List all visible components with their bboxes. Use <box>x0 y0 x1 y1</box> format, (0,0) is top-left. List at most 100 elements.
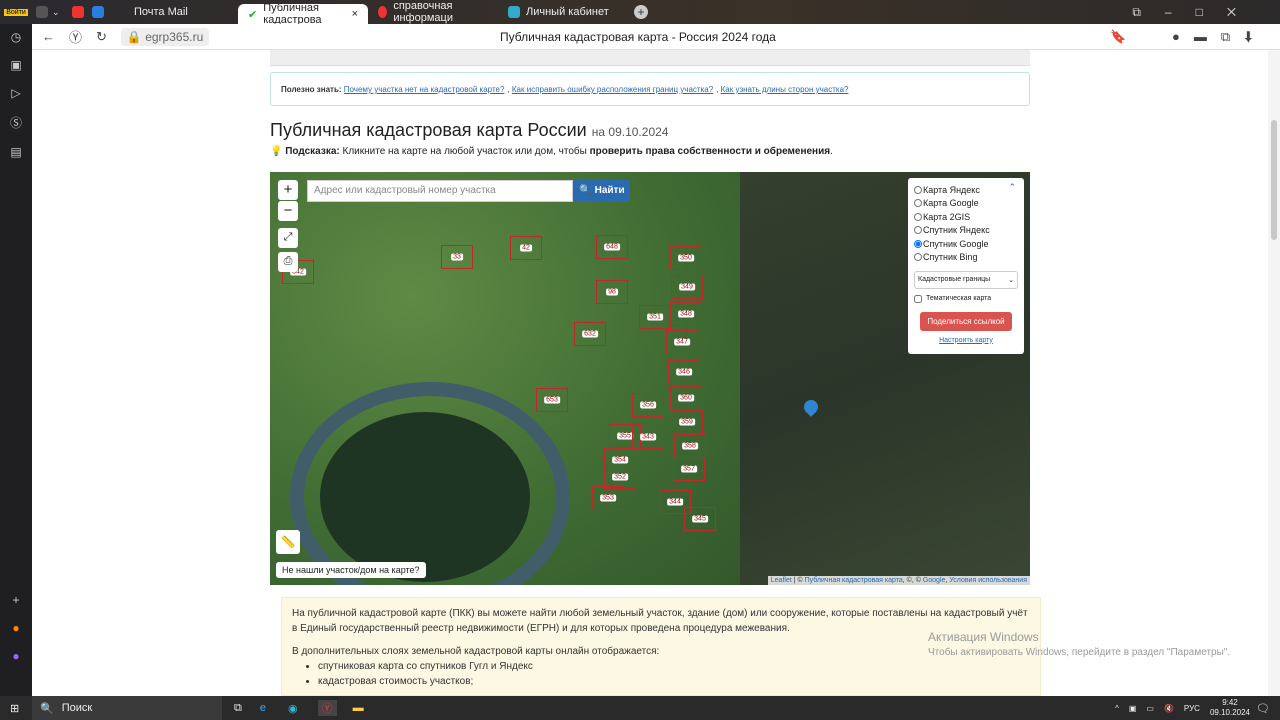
s-icon[interactable]: Ⓢ <box>10 114 22 131</box>
windows-start-icon[interactable]: ⊞ <box>10 702 19 715</box>
tab-cabinet[interactable]: Личный кабинет <box>498 2 628 22</box>
parcel-label[interactable]: 33 <box>451 253 463 261</box>
layer-option[interactable]: Спутник Яндекс <box>914 224 1018 238</box>
hint-link[interactable]: Как узнать длины сторон участка? <box>721 85 849 94</box>
layer-radio[interactable] <box>914 212 922 221</box>
tab-mail[interactable]: Почта Mail <box>124 2 224 22</box>
new-tab-button[interactable]: + <box>634 5 648 19</box>
tray-expand-icon[interactable]: ^ <box>1115 704 1119 713</box>
ie-icon[interactable]: e <box>260 702 266 714</box>
app-icon[interactable]: ● <box>12 621 19 635</box>
cadastral-map[interactable]: 648 350 349 348 347 346 360 359 358 357 344 353 354 3… <box>270 172 1030 585</box>
parcel-label[interactable]: 356 <box>640 401 656 409</box>
taskbar-search[interactable]: 🔍 Поиск <box>32 696 222 720</box>
layer-radio[interactable] <box>914 239 922 248</box>
hint-link[interactable]: Почему участка нет на кадастровой карте? <box>344 85 505 94</box>
volume-muted-icon[interactable]: 🔇 <box>1164 704 1174 713</box>
clock[interactable]: 9:42 09.10.2024 <box>1210 698 1250 718</box>
parcel-label[interactable]: 357 <box>681 465 697 473</box>
tray-app-icon[interactable]: ▣ <box>1129 704 1137 713</box>
parcel-label[interactable]: 355 <box>617 432 633 440</box>
terms-link[interactable]: Условия использования <box>949 577 1027 584</box>
scrollbar-thumb[interactable] <box>1271 120 1277 240</box>
url-field[interactable]: 🔒 egrp365.ru <box>120 27 210 46</box>
parcel-label[interactable]: 648 <box>604 243 620 251</box>
layer-option[interactable]: Спутник Google <box>914 237 1018 251</box>
parcel-label[interactable]: 347 <box>674 338 690 346</box>
thematic-checkbox-input[interactable] <box>914 294 922 303</box>
overlay-select[interactable]: Кадастровые границы ⌄ <box>914 271 1018 289</box>
parcel-label[interactable]: 360 <box>678 394 694 402</box>
not-found-button[interactable]: Не нашли участок/дом на карте? <box>276 562 426 578</box>
task-view-icon[interactable]: ⧉ <box>234 702 242 715</box>
pkk-link[interactable]: Публичная кадастровая карта <box>805 577 903 584</box>
parcel-label[interactable]: 98 <box>606 288 618 296</box>
notifications-icon[interactable]: 🗨 <box>1256 702 1270 715</box>
hint-link[interactable]: Как исправить ошибку расположения границ… <box>512 85 713 94</box>
thematic-checkbox[interactable]: Тематическая карта <box>914 292 1018 306</box>
share-link-button[interactable]: Поделиться ссылкой <box>920 311 1012 331</box>
network-icon[interactable]: ▭ <box>1146 704 1154 713</box>
mail-icon[interactable] <box>92 6 104 18</box>
parcel-label[interactable]: 354 <box>612 456 628 464</box>
parcel-label[interactable]: 352 <box>612 473 628 481</box>
parcel-label[interactable]: 343 <box>640 433 656 441</box>
layer-radio[interactable] <box>914 253 922 262</box>
add-icon[interactable]: + <box>12 593 19 607</box>
zoom-in-button[interactable]: + <box>278 180 298 200</box>
yandex-browser-icon[interactable]: Ⓨ <box>317 700 337 716</box>
ruler-icon[interactable]: 📏 <box>276 530 300 554</box>
fullscreen-icon[interactable]: ⤢ <box>278 228 298 248</box>
reload-icon[interactable]: ↻ <box>96 29 107 45</box>
edge-icon[interactable]: ◉ <box>288 702 298 715</box>
find-button[interactable]: 🔍 Найти <box>574 180 630 202</box>
parcel-label[interactable]: 350 <box>678 254 694 262</box>
chevron-down-icon[interactable]: ⌄ <box>52 7 66 18</box>
layer-option[interactable]: Карта Яндекс <box>914 183 1018 197</box>
toolbar-extensions[interactable]: ●▬⧉⬇ <box>1172 29 1266 45</box>
tab-cadastral[interactable]: ✔ Публичная кадастрова × <box>238 2 368 26</box>
page-scrollbar[interactable] <box>1268 50 1280 696</box>
history-icon[interactable]: ◷ <box>11 30 21 44</box>
screenshot-icon[interactable]: ▤ <box>10 145 21 159</box>
parcel-label[interactable]: 349 <box>679 283 695 291</box>
collections-icon[interactable]: ▣ <box>10 58 21 72</box>
parcel-label[interactable]: 358 <box>682 442 698 450</box>
configure-map-link[interactable]: Настроить карту <box>914 337 1018 344</box>
parcel-label[interactable]: 42 <box>520 244 532 252</box>
map-search-input[interactable]: Адрес или кадастровый номер участка <box>307 180 573 202</box>
layer-option[interactable]: Карта 2GIS <box>914 210 1018 224</box>
tab-reference[interactable]: справочная информаци <box>368 0 498 24</box>
collapse-chevron-icon[interactable]: ⌃ <box>1008 182 1016 193</box>
leaflet-link[interactable]: Leaflet <box>771 577 792 584</box>
zoom-out-button[interactable]: − <box>278 201 298 221</box>
tab-group-icon[interactable] <box>36 6 48 18</box>
parcel-label[interactable]: 351 <box>647 313 663 321</box>
parcel-label[interactable]: 653 <box>544 396 560 404</box>
window-controls[interactable]: ⧉–□✕ <box>1132 5 1260 20</box>
layer-radio[interactable] <box>914 185 922 194</box>
layer-radio[interactable] <box>914 226 922 235</box>
parcel-label[interactable]: 353 <box>600 494 616 502</box>
parcel-label[interactable]: 348 <box>678 310 694 318</box>
parcel-label[interactable]: 345 <box>692 515 708 523</box>
yandex-home-icon[interactable]: Ⓨ <box>69 27 82 46</box>
google-link[interactable]: Google <box>923 577 946 584</box>
print-icon[interactable]: ⎙ <box>278 252 298 272</box>
layer-radio[interactable] <box>914 199 922 208</box>
parcel-label[interactable]: 344 <box>667 498 683 506</box>
file-explorer-icon[interactable]: ▬ <box>353 702 364 714</box>
layer-option[interactable]: Карта Google <box>914 197 1018 211</box>
parcel-label[interactable]: 359 <box>679 418 695 426</box>
drive-icon[interactable] <box>72 6 84 18</box>
close-icon[interactable]: × <box>352 8 358 20</box>
parcel-label[interactable]: 632 <box>582 330 598 338</box>
back-icon[interactable]: ← <box>42 29 55 44</box>
bookmark-icon[interactable]: 🔖 <box>1110 29 1126 45</box>
language-indicator[interactable]: РУС <box>1184 704 1200 713</box>
login-button[interactable]: Войти <box>0 8 32 16</box>
layer-option[interactable]: Спутник Bing <box>914 251 1018 265</box>
alice-icon[interactable]: ● <box>12 649 19 663</box>
video-icon[interactable]: ▷ <box>11 86 20 100</box>
parcel-label[interactable]: 346 <box>676 368 692 376</box>
